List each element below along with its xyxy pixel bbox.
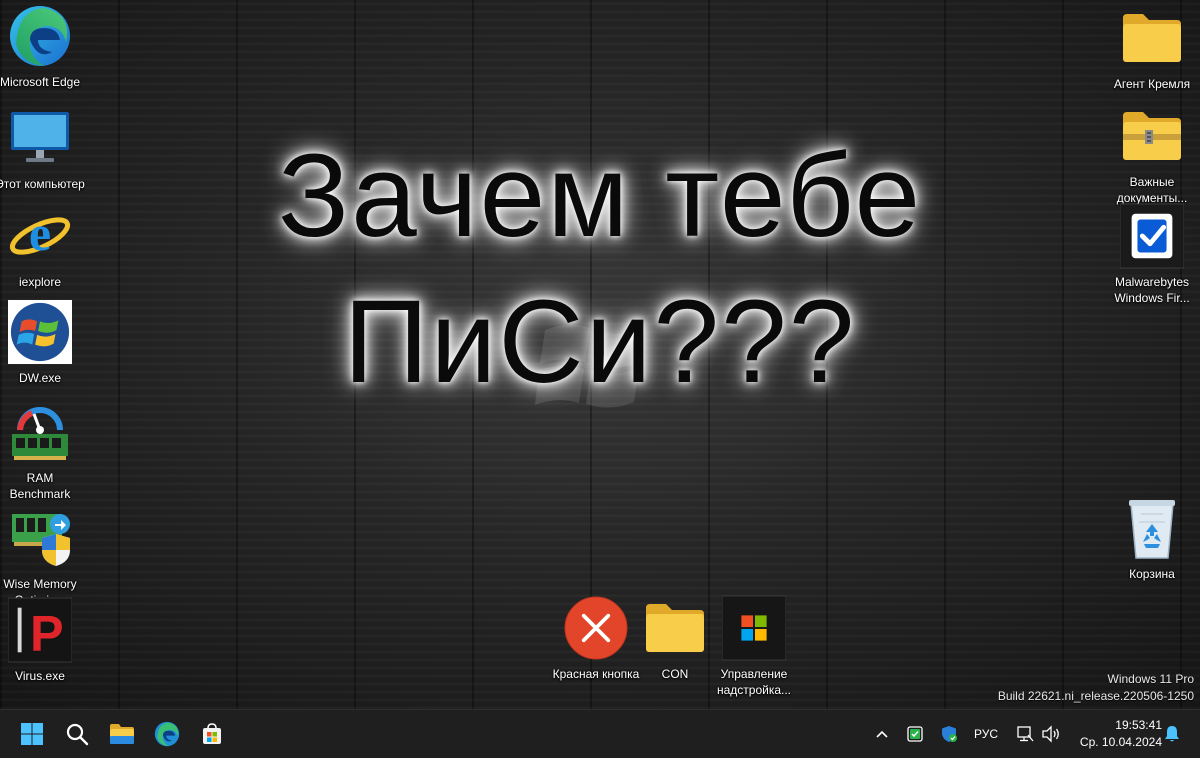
speaker-icon — [1042, 725, 1059, 743]
clock-date: Ср. 10.04.2024 — [1079, 735, 1162, 749]
red-x-button-icon — [564, 596, 628, 660]
checkbox-icon — [1120, 203, 1184, 269]
desktop: Зачем тебе ПиСи??? Microsoft Edge Этот к… — [0, 0, 1200, 709]
memory-shield-icon — [8, 506, 72, 570]
desktop-icon-label: RAM Benchmark — [9, 471, 71, 501]
taskbar-clock[interactable]: 19:53:41 Ср. 10.04.2024 — [1080, 717, 1162, 751]
desktop-icon-recycle-bin[interactable]: Корзина — [1107, 496, 1197, 582]
desktop-icon-label: iexplore — [18, 275, 62, 289]
desktop-icon-label: Агент Кремля — [1113, 77, 1191, 91]
edge-taskbar-button[interactable] — [147, 714, 187, 754]
desktop-icon-con[interactable]: CON — [630, 596, 720, 682]
desktop-icon-label: DW.exe — [18, 371, 61, 385]
chevron-up-icon — [876, 730, 888, 738]
start-button[interactable] — [12, 714, 52, 754]
desktop-icon-this-pc[interactable]: Этот компьютер — [0, 106, 85, 192]
windows-logo-icon — [8, 300, 72, 364]
svg-text:e: e — [29, 205, 51, 261]
desktop-icon-iexplore[interactable]: e iexplore — [0, 204, 85, 290]
folder-icon — [643, 596, 707, 660]
windows-edition-watermark: Windows 11 Pro — [1107, 672, 1194, 686]
ram-gauge-icon — [8, 400, 72, 464]
desktop-icon-upravlenie-nadstroyka[interactable]: Управление надстройка... — [709, 595, 799, 698]
desktop-icon-label: Управление надстройка... — [716, 667, 792, 697]
desktop-icon-microsoft-edge[interactable]: Microsoft Edge — [0, 4, 85, 90]
green-check-icon — [907, 726, 923, 742]
desktop-icon-label: Этот компьютер — [0, 177, 85, 191]
headline-line-2: ПиСи??? — [343, 276, 857, 408]
file-explorer-icon — [110, 724, 134, 744]
desktop-icon-label: Важные документы... — [1116, 175, 1188, 205]
edge-icon — [154, 721, 180, 747]
recycle-bin-icon — [1120, 496, 1184, 560]
tray-security-status[interactable] — [902, 710, 928, 758]
desktop-icon-wise-memory-optimizer[interactable]: Wise Memory Optimizer — [0, 506, 85, 608]
monitor-icon — [8, 106, 72, 170]
desktop-icon-dw-exe[interactable]: DW.exe — [0, 300, 85, 386]
tray-overflow-button[interactable] — [868, 710, 896, 758]
desktop-icon-virus-exe[interactable]: P Virus.exe — [0, 597, 85, 684]
svg-text:P: P — [30, 604, 64, 661]
tray-defender[interactable] — [936, 710, 962, 758]
desktop-icon-ram-benchmark[interactable]: RAM Benchmark — [0, 400, 85, 502]
desktop-icon-label: Malwarebytes Windows Fir... — [1114, 275, 1190, 305]
tray-volume[interactable] — [1038, 710, 1064, 758]
microsoft-logo-icon — [722, 595, 786, 661]
file-explorer-button[interactable] — [102, 714, 142, 754]
shield-icon — [942, 726, 957, 742]
desktop-icon-label: Корзина — [1129, 567, 1175, 581]
desktop-icon-label: Красная кнопка — [552, 667, 640, 681]
language-indicator[interactable]: РУС — [968, 710, 1004, 758]
internet-explorer-icon: e — [8, 204, 72, 268]
search-icon — [66, 723, 89, 746]
search-button[interactable] — [57, 714, 97, 754]
store-button[interactable] — [192, 714, 232, 754]
desktop-icon-malwarebytes-firewall[interactable]: Malwarebytes Windows Fir... — [1107, 203, 1197, 306]
store-icon — [203, 723, 221, 744]
desktop-icon-label: Virus.exe — [15, 669, 65, 683]
bell-icon — [1165, 726, 1179, 742]
start-icon — [21, 723, 43, 745]
windows-build-watermark: Build 22621.ni_release.220506-1250 — [997, 689, 1194, 703]
clock-time: 19:53:41 — [1115, 718, 1162, 732]
taskbar: РУС 19:53:41 Ср. 10.04.2024 — [0, 709, 1200, 758]
red-p-icon: P — [8, 597, 72, 663]
notifications-button[interactable] — [1160, 710, 1184, 758]
desktop-icon-label: CON — [661, 667, 689, 681]
network-icon — [1017, 726, 1034, 742]
zip-folder-icon — [1120, 104, 1184, 168]
desktop-icon-vazhnye-dokumenty[interactable]: Важные документы... — [1107, 104, 1197, 206]
desktop-icon-label: Microsoft Edge — [0, 75, 81, 89]
folder-icon — [1120, 6, 1184, 70]
desktop-icon-agent-kremlya[interactable]: Агент Кремля — [1107, 6, 1197, 92]
headline-line-1: Зачем тебе — [277, 130, 923, 262]
edge-icon — [8, 4, 72, 68]
desktop-icon-krasnaya-knopka[interactable]: Красная кнопка — [551, 596, 641, 682]
tray-network[interactable] — [1012, 710, 1038, 758]
